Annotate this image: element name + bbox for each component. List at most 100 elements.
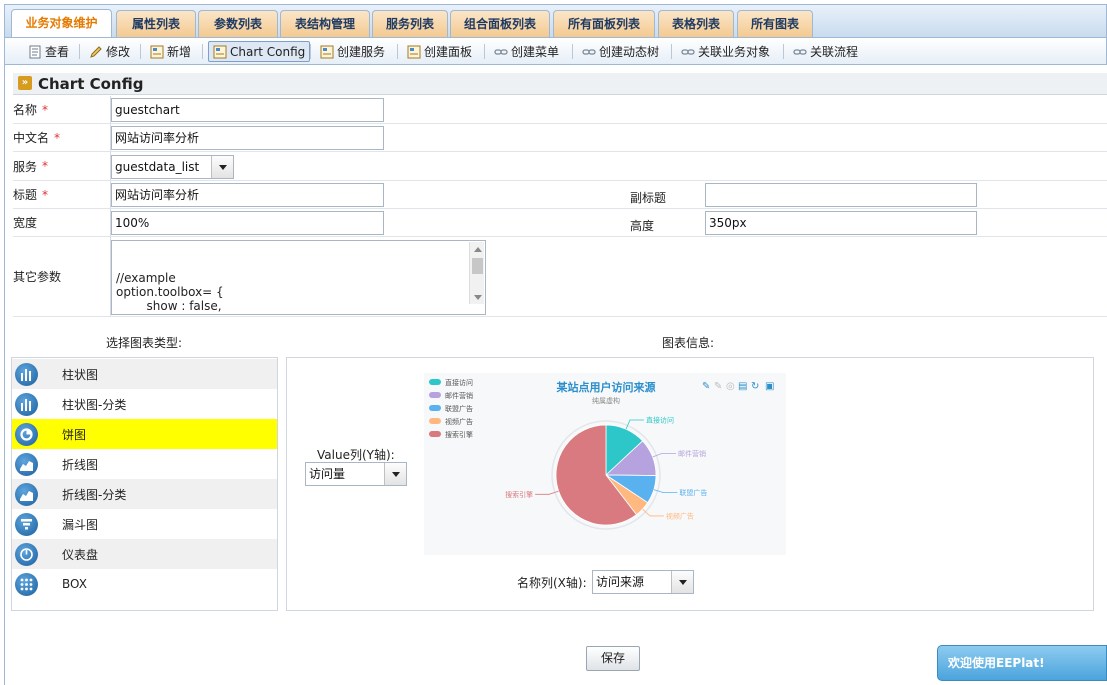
toolbar-separator — [397, 44, 398, 59]
toolbar-separator — [671, 44, 672, 59]
welcome-banner: 欢迎使用EEPlat! — [937, 645, 1107, 681]
required-mark: * — [54, 130, 61, 145]
funnel-chart-icon — [15, 513, 38, 536]
pie-slice-label: 联盟广告 — [679, 488, 707, 497]
name-column-select[interactable]: 访问来源 — [592, 570, 694, 594]
scroll-up-icon[interactable] — [474, 247, 482, 252]
chevron-down-icon[interactable] — [384, 463, 406, 485]
chart-tool-icon[interactable]: ◎ — [726, 381, 735, 392]
legend-swatch[interactable] — [429, 392, 441, 398]
gauge-icon — [15, 543, 38, 566]
tab-grid-list[interactable]: 表格列表 — [658, 10, 734, 38]
link-flow-button[interactable]: 关联流程 — [789, 41, 862, 62]
create-dynamic-tree-label: 创建动态树 — [599, 44, 660, 59]
edit-button[interactable]: 修改 — [85, 41, 134, 62]
legend-swatch[interactable] — [429, 431, 441, 437]
legend-label[interactable]: 直接访问 — [445, 378, 473, 387]
tab-parameter-list[interactable]: 参数列表 — [198, 10, 278, 38]
line-chart-icon — [15, 483, 38, 506]
service-select[interactable]: guestdata_list — [111, 155, 234, 179]
chart-info-heading: 图表信息: — [662, 336, 715, 350]
add-label: 新增 — [167, 44, 192, 59]
create-menu-button[interactable]: 创建菜单 — [490, 41, 563, 62]
scroll-down-icon[interactable] — [474, 295, 482, 300]
legend-label[interactable]: 视频广告 — [445, 417, 473, 426]
chart-type-gauge[interactable]: 仪表盘 — [12, 539, 277, 569]
toolbar-separator — [79, 44, 80, 59]
toolbar-separator — [140, 44, 141, 59]
toolbar-separator — [572, 44, 573, 59]
chart-type-line-category[interactable]: 折线图-分类 — [12, 479, 277, 509]
grid-dots-icon — [15, 573, 38, 596]
tab-combined-panel-list[interactable]: 组合面板列表 — [450, 10, 550, 38]
tab-attribute-list[interactable]: 属性列表 — [116, 10, 196, 38]
line-chart-icon — [15, 453, 38, 476]
link-bizobj-button[interactable]: 关联业务对象 — [677, 41, 774, 62]
title-input[interactable]: 网站访问率分析 — [111, 183, 384, 207]
chart-legend: 直接访问邮件营销联盟广告视频广告搜索引擎 — [429, 378, 473, 439]
name-input[interactable]: guestchart — [111, 98, 384, 122]
chart-tool-icon[interactable]: ▤ — [738, 381, 747, 392]
title-label: 标题 * — [13, 187, 49, 203]
double-arrow-icon: » — [18, 76, 32, 90]
link-bizobj-label: 关联业务对象 — [698, 44, 771, 59]
pie-slice-label: 邮件营销 — [678, 449, 706, 458]
chart-type-pie[interactable]: 饼图 — [12, 419, 277, 449]
tab-bizobj-maintain[interactable]: 业务对象维护 — [11, 9, 112, 39]
chart-type-label: 折线图 — [62, 457, 99, 472]
chart-tool-icon[interactable]: ↻ — [751, 381, 759, 392]
chart-type-box[interactable]: BOX — [12, 569, 277, 599]
link-icon — [681, 48, 695, 55]
create-service-button[interactable]: 创建服务 — [316, 41, 389, 62]
textarea-scrollbar[interactable] — [469, 242, 484, 304]
create-panel-label: 创建面板 — [424, 44, 473, 59]
chart-type-funnel[interactable]: 漏斗图 — [12, 509, 277, 539]
tab-table-structure[interactable]: 表结构管理 — [280, 10, 370, 38]
chart-toolbox: ✎ ✎ ◎ ▤ ↻ ▣ — [702, 381, 774, 392]
legend-label[interactable]: 邮件营销 — [445, 391, 473, 400]
chart-type-line[interactable]: 折线图 — [12, 449, 277, 479]
chart-tool-icon[interactable]: ✎ — [714, 381, 722, 392]
toolbar-separator — [783, 44, 784, 59]
save-button[interactable]: 保存 — [586, 646, 640, 671]
chart-type-label: 饼图 — [62, 427, 87, 442]
required-mark: * — [42, 187, 49, 202]
height-input[interactable]: 350px — [705, 211, 977, 235]
add-button[interactable]: 新增 — [146, 41, 195, 62]
chart-tool-icon[interactable]: ▣ — [765, 381, 774, 392]
chart-type-bar[interactable]: 柱状图 — [12, 359, 277, 389]
tab-all-charts[interactable]: 所有图表 — [737, 10, 813, 38]
chart-type-bar-category[interactable]: 柱状图-分类 — [12, 389, 277, 419]
legend-swatch[interactable] — [429, 405, 441, 411]
legend-swatch[interactable] — [429, 379, 441, 385]
toolbar-separator — [202, 44, 203, 59]
chart-config-button[interactable]: Chart Config — [208, 41, 311, 62]
create-dynamic-tree-button[interactable]: 创建动态树 — [578, 41, 663, 62]
value-column-select[interactable]: 访问量 — [305, 462, 407, 486]
other-params-text: //example option.toolbox= { show : false… — [116, 271, 224, 314]
view-label: 查看 — [45, 44, 70, 59]
tab-all-panel-list[interactable]: 所有面板列表 — [553, 10, 655, 38]
other-params-textarea[interactable]: //example option.toolbox= { show : false… — [111, 240, 486, 315]
create-panel-button[interactable]: 创建面板 — [403, 41, 476, 62]
width-input[interactable]: 100% — [111, 211, 384, 235]
view-button[interactable]: 查看 — [24, 41, 73, 62]
config-form-icon — [213, 45, 227, 58]
toolbar-separator — [310, 44, 311, 59]
chart-type-list: 柱状图 柱状图-分类 饼图 折线图 折线图-分类 漏斗图 仪表盘 BOX — [11, 357, 278, 611]
chevron-down-icon[interactable] — [671, 571, 693, 593]
cn-name-input[interactable]: 网站访问率分析 — [111, 126, 384, 150]
chevron-down-icon[interactable] — [211, 156, 233, 178]
subtitle-input[interactable] — [705, 183, 977, 207]
bar-chart-icon — [15, 363, 38, 386]
chart-title: 某站点用户访问来源 — [556, 380, 656, 394]
legend-swatch[interactable] — [429, 418, 441, 424]
pie-label-line — [625, 419, 644, 430]
legend-label[interactable]: 搜索引擎 — [445, 430, 473, 439]
legend-label[interactable]: 联盟广告 — [445, 404, 473, 413]
chart-tool-icon[interactable]: ✎ — [702, 381, 710, 392]
chart-type-label: 柱状图-分类 — [62, 397, 127, 412]
tab-service-list[interactable]: 服务列表 — [372, 10, 448, 38]
chart-type-label: 折线图-分类 — [62, 487, 127, 502]
scroll-thumb[interactable] — [472, 258, 483, 274]
